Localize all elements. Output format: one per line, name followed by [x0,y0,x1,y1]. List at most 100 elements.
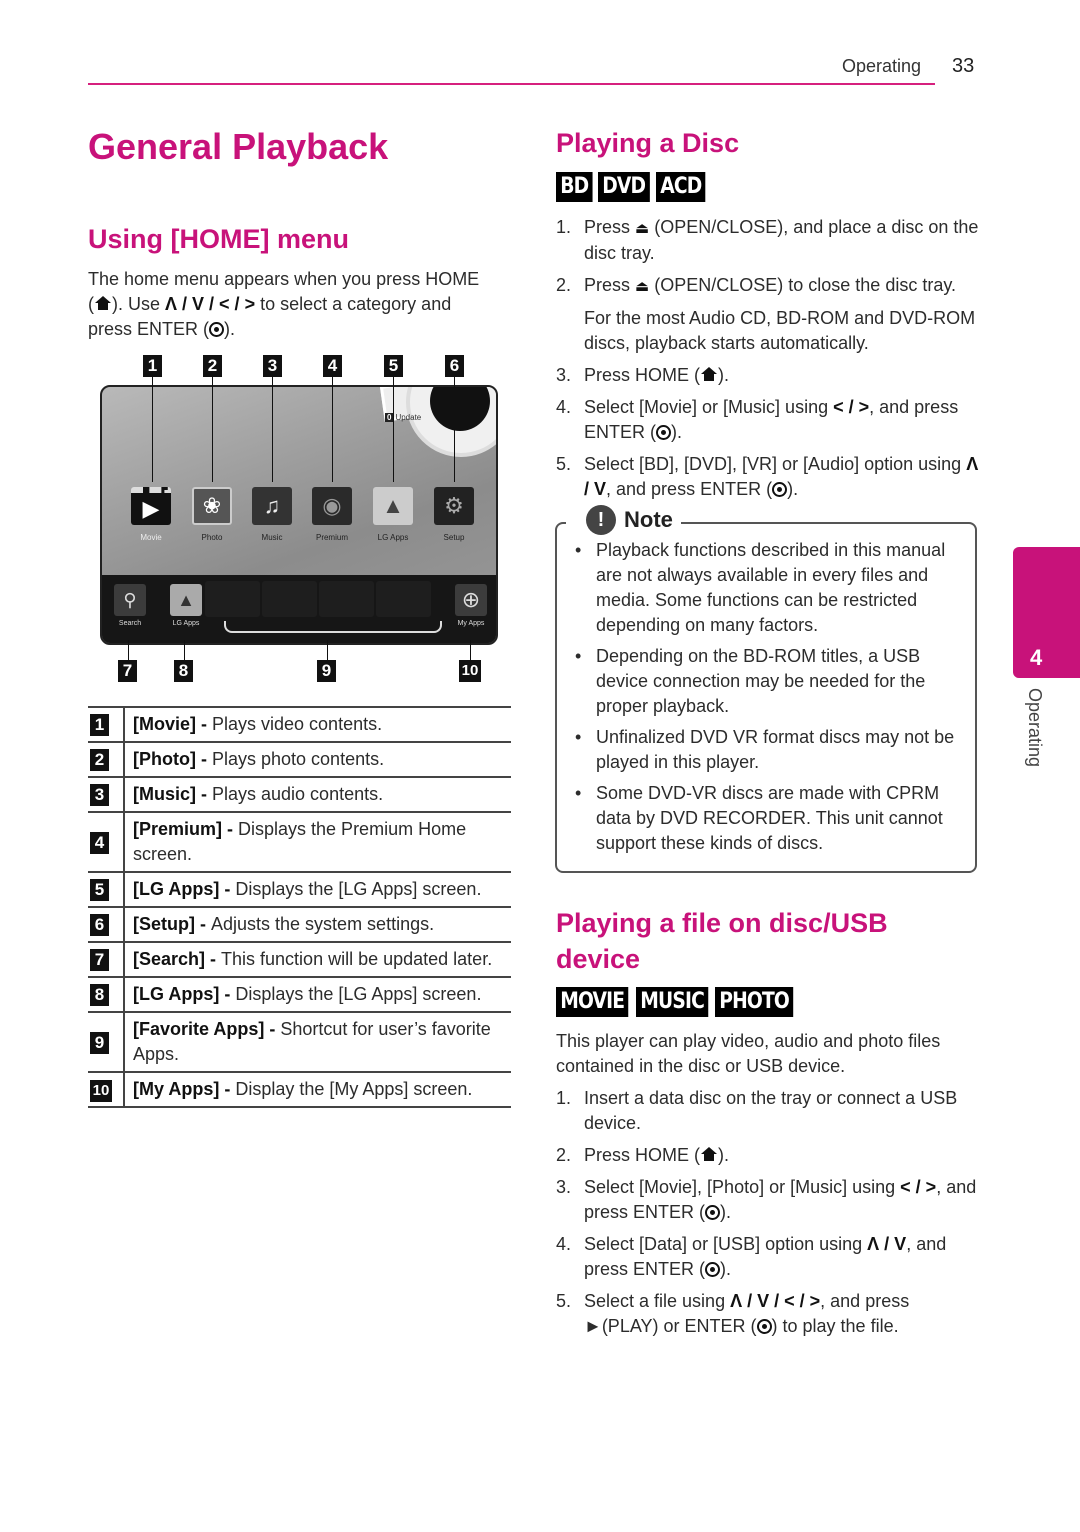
favorite-app-slot[interactable] [205,581,260,617]
legend-number: 3 [88,776,125,812]
tag-music: MUSIC [635,987,708,1017]
page-title: General Playback [88,126,389,167]
chapter-tab[interactable] [1013,547,1080,678]
legend-description: [Photo] - Plays photo contents. [124,741,511,777]
legend-number: 5 [88,871,125,907]
lg-apps-icon: ▲ [373,487,413,525]
step-item: 3. Select [Movie], [Photo] or [Music] usi… [556,1177,977,1222]
callout-10: 10 [459,660,481,682]
legend-description: [My Apps] - Display the [My Apps] screen… [124,1071,511,1108]
note-header: ! Note [566,505,681,535]
chapter-label: Operating [1025,688,1045,768]
chapter-number: 4 [1030,645,1043,670]
callout-line [470,640,471,660]
disc-type-tags: BD DVD ACD [556,172,717,202]
favorite-app-slot[interactable] [319,581,374,617]
legend-row: 8 [LG Apps] - Displays the [LG Apps] scre… [88,976,511,1012]
gear-icon: ⚙ [434,487,474,525]
tag-movie: MOVIE [556,987,629,1017]
legend-number: 1 [88,706,125,742]
legend-row: 1 [Movie] - Plays video contents. [88,706,511,742]
tile-movie[interactable]: ▶ Movie [127,487,175,542]
enter-icon [656,425,671,440]
callout-line [393,377,394,482]
nav-keys: Λ / V / < / > [165,294,256,314]
update-indicator: 0 Update [385,413,422,422]
home-menu-screenshot: 0 Update ▶ Movie ❀ Photo ♫ Music ◉ Premiu… [100,385,498,645]
callout-8: 8 [174,660,193,682]
page-number: 33 [952,55,975,77]
plus-circle-icon: ⊕ [461,587,481,612]
legend-row: 4 [Premium] - Displays the Premium Home s… [88,811,511,872]
globe-icon: ◉ [312,487,352,525]
step-item: 4. Select [Movie] or [Music] using < / >,… [556,397,959,442]
eject-icon: ⏏ [635,220,650,237]
callout-line [212,377,213,482]
eject-icon: ⏏ [635,278,650,295]
home-icon [700,367,718,382]
step-item: 3. Press HOME (). [556,365,730,385]
callout-6: 6 [445,355,464,377]
note-item: • Depending on the BD-ROM titles, a USB d… [575,646,926,716]
exclamation-icon: ! [586,505,616,535]
playing-file-intro: This player can play video, audio and ph… [556,1031,941,1076]
flower-photo-icon: ❀ [192,487,232,525]
playing-file-heading: Playing a file on disc/USB device [556,908,888,974]
callout-line [332,377,333,482]
search-button[interactable]: ⚲ [114,584,146,616]
legend-description: [LG Apps] - Displays the [LG Apps] scree… [124,871,511,907]
movie-clapper-icon: ▶ [131,487,171,525]
favorite-app-slot[interactable] [262,581,317,617]
home-menu-intro: The home menu appears when you press HOM… [88,269,480,339]
legend-description: [LG Apps] - Displays the [LG Apps] scree… [124,976,511,1012]
callout-9: 9 [317,660,336,682]
enter-icon [705,1262,721,1277]
lg-apps-shortcut[interactable]: ▲ [170,584,202,616]
legend-number: 6 [88,906,125,942]
tile-photo[interactable]: ❀ Photo [188,487,236,542]
search-icon: ⚲ [123,589,137,610]
legend-description: [Music] - Plays audio contents. [124,776,511,812]
home-icon [94,296,112,311]
note-item: • Some DVD-VR discs are made with CPRM da… [575,783,943,853]
note-item: • Playback functions described in this ma… [575,540,946,635]
legend-description: [Premium] - Displays the Premium Home sc… [124,811,511,872]
playing-file-steps: 1. Insert a data disc on the tray or conn… [556,1086,981,1346]
tile-lg-apps[interactable]: ▲ LG Apps [369,487,417,542]
legend-description: [Setup] - Adjusts the system settings. [124,906,511,942]
my-apps-button[interactable]: ⊕ [455,584,487,616]
step-item: 2. Press ⏏ (OPEN/CLOSE) to close the disc… [556,273,981,299]
legend-number: 10 [88,1071,125,1108]
legend-number: 7 [88,941,125,977]
step-note: For the most Audio CD, BD-ROM and DVD-RO… [584,308,976,353]
legend-number: 4 [88,811,125,872]
enter-icon [705,1205,721,1220]
tag-acd: ACD [655,172,706,202]
tag-photo: PHOTO [715,987,794,1017]
playing-disc-heading: Playing a Disc [556,128,740,158]
home-icon [700,1147,718,1162]
tile-setup[interactable]: ⚙ Setup [430,487,478,542]
legend-row: 3 [Music] - Plays audio contents. [88,776,511,812]
legend-number: 9 [88,1011,125,1072]
callout-line [152,377,153,482]
home-bottom-bar: ⚲ Search ▲ LG Apps ⊕ My Apps [102,575,496,643]
step-item: 2. Press HOME (). [556,1145,730,1165]
step-item: 4. Select [Data] or [USB] option using Λ … [556,1234,947,1279]
favorite-app-slot[interactable] [376,581,431,617]
playing-disc-steps: 1. Press ⏏ (OPEN/CLOSE), and place a disc… [556,215,981,509]
file-type-tags: MOVIE MUSIC PHOTO [556,987,810,1017]
note-list: • Playback functions described in this ma… [573,538,968,862]
running-header-section: Operating [842,56,922,76]
legend-description: [Favorite Apps] - Shortcut for user’s fa… [124,1011,511,1072]
tile-premium[interactable]: ◉ Premium [308,487,356,542]
tag-dvd: DVD [598,172,650,202]
home-menu-heading: Using [HOME] menu [88,224,349,254]
tile-music[interactable]: ♫ Music [248,487,296,542]
callout-line [327,640,328,660]
callout-7: 7 [118,660,137,682]
callout-5: 5 [384,355,403,377]
note-item: • Unfinalized DVD VR format discs may not… [575,727,955,772]
favorite-apps-bracket [224,621,442,633]
music-note-icon: ♫ [252,487,292,525]
